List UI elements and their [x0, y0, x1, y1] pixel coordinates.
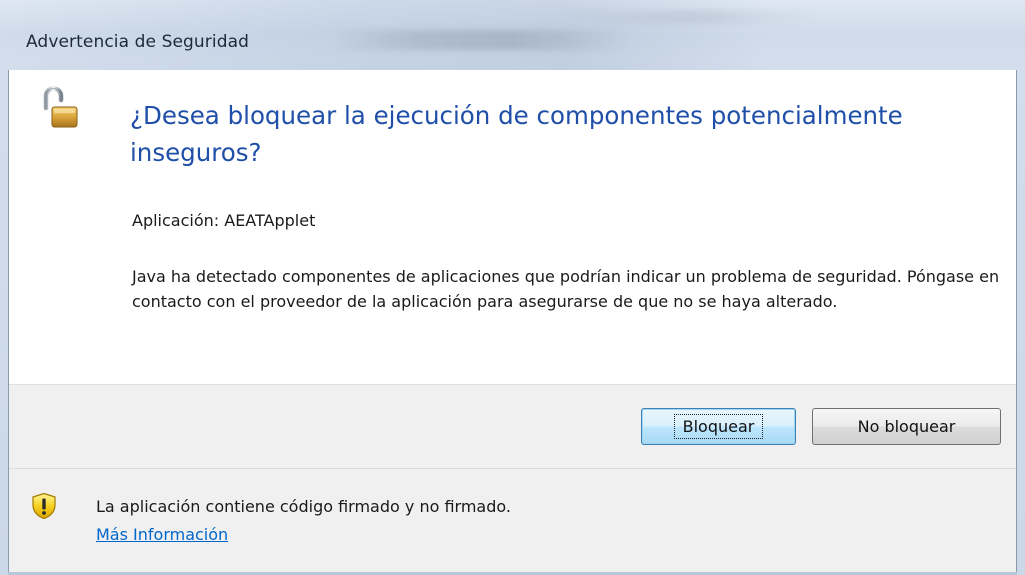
dialog-body: ¿Desea bloquear la ejecución de componen…	[8, 70, 1017, 575]
background-window-blur	[560, 10, 820, 24]
unlocked-padlock-icon	[43, 86, 79, 130]
warning-shield-icon	[30, 492, 58, 520]
button-area: Bloquear No bloquear	[9, 384, 1016, 468]
application-line: Aplicación: AEATApplet	[132, 211, 315, 230]
block-button[interactable]: Bloquear	[641, 408, 796, 445]
background-window-blur	[330, 30, 630, 50]
application-label: Aplicación:	[132, 211, 220, 230]
title-bar[interactable]: Advertencia de Seguridad	[0, 0, 1025, 70]
dialog-footer: La aplicación contiene código firmado y …	[9, 469, 1016, 575]
window-title: Advertencia de Seguridad	[26, 32, 250, 52]
more-info-link[interactable]: Más Información	[96, 525, 228, 544]
no-block-button-label: No bloquear	[857, 417, 956, 436]
no-block-button[interactable]: No bloquear	[812, 408, 1001, 445]
application-name: AEATApplet	[224, 211, 316, 230]
dialog-heading: ¿Desea bloquear la ejecución de componen…	[130, 101, 903, 167]
footer-warning-text: La aplicación contiene código firmado y …	[96, 497, 511, 516]
block-button-label: Bloquear	[673, 414, 764, 439]
dialog-content: ¿Desea bloquear la ejecución de componen…	[9, 70, 1016, 384]
dialog-description: Java ha detectado componentes de aplicac…	[132, 267, 1000, 311]
